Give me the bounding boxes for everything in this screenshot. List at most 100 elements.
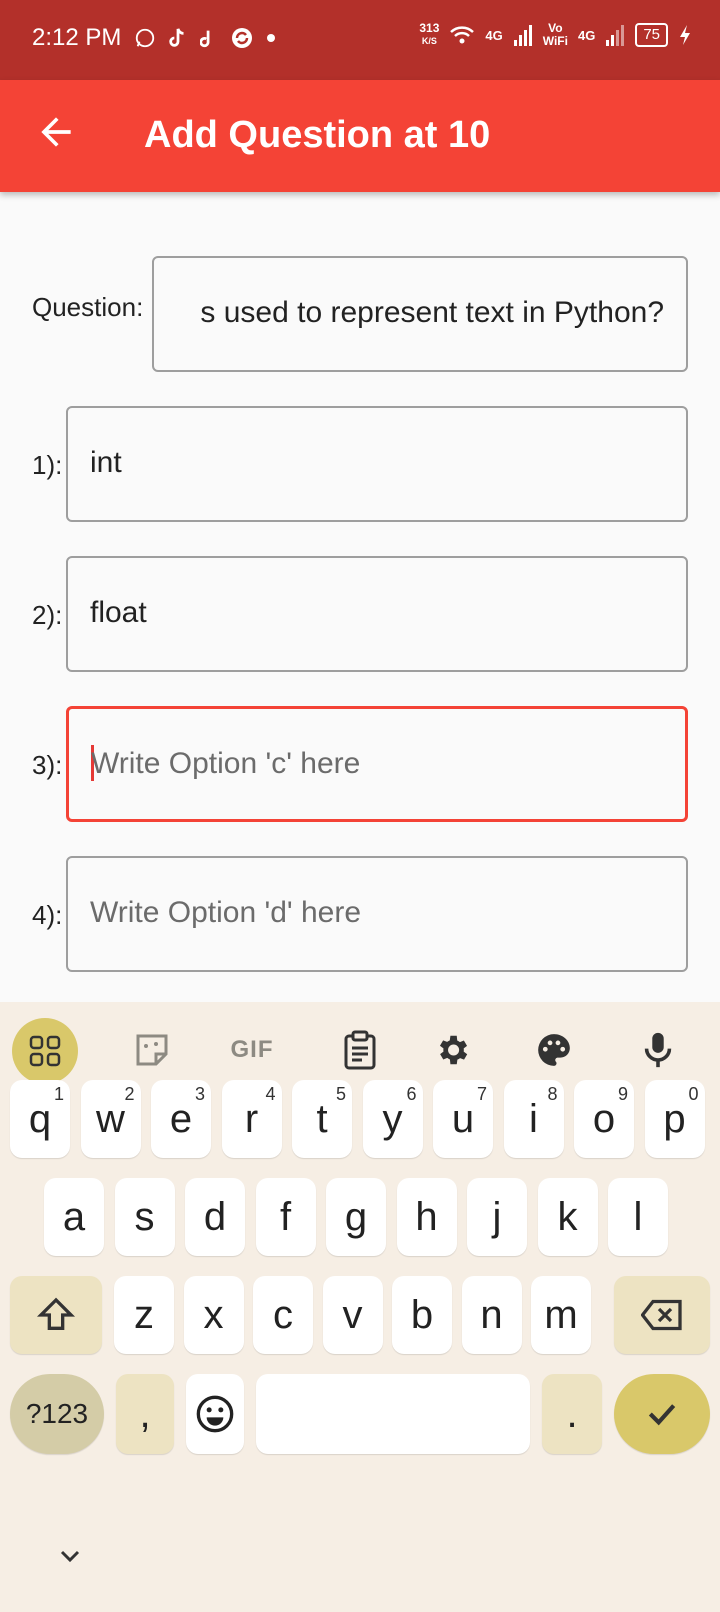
key-f[interactable]: f bbox=[255, 1178, 316, 1256]
key-l[interactable]: l bbox=[608, 1178, 668, 1256]
key-hint: 2 bbox=[124, 1084, 135, 1104]
dot-icon bbox=[267, 34, 275, 42]
key-t[interactable]: t5 bbox=[292, 1080, 352, 1158]
key-n[interactable]: n bbox=[461, 1276, 522, 1354]
key-label: e bbox=[169, 1096, 193, 1141]
option-1-input[interactable]: int bbox=[66, 406, 688, 522]
key-x[interactable]: x bbox=[183, 1276, 244, 1354]
tiktok-icon bbox=[169, 28, 184, 47]
key-label: q bbox=[28, 1096, 52, 1141]
clipboard-icon[interactable] bbox=[336, 1026, 384, 1074]
key-label: w bbox=[96, 1096, 125, 1141]
option-4-placeholder: Write Option 'd' here bbox=[90, 896, 362, 929]
music-icon bbox=[200, 30, 210, 48]
option-2-value: float bbox=[90, 596, 147, 629]
status-bar: 2:12 PM 313 K/S 4G Vo WiFi 4G 75 bbox=[0, 0, 720, 80]
option-2-label: 2): bbox=[32, 600, 63, 630]
question-label: Question: bbox=[32, 292, 144, 322]
key-h[interactable]: h bbox=[396, 1178, 457, 1256]
check-icon bbox=[648, 1404, 676, 1426]
notification-icons bbox=[134, 26, 276, 50]
key-label: u bbox=[451, 1096, 475, 1141]
gif-button[interactable]: GIF bbox=[224, 1026, 280, 1074]
key-hint: 3 bbox=[194, 1084, 205, 1104]
signal-icon bbox=[513, 25, 532, 46]
key-r[interactable]: r4 bbox=[221, 1080, 282, 1158]
key-hint: 5 bbox=[335, 1084, 346, 1104]
question-input[interactable]: s used to represent text in Python? bbox=[152, 256, 688, 372]
comma-key[interactable]: , bbox=[116, 1374, 174, 1454]
done-key[interactable] bbox=[614, 1374, 710, 1454]
key-hint: 0 bbox=[688, 1084, 699, 1104]
shift-key[interactable] bbox=[10, 1276, 102, 1354]
key-hint: 8 bbox=[547, 1084, 558, 1104]
key-w[interactable]: w2 bbox=[80, 1080, 141, 1158]
key-label: p bbox=[663, 1096, 686, 1141]
symbols-key[interactable]: ?123 bbox=[10, 1374, 104, 1454]
vowifi-wifi: WiFi bbox=[542, 34, 568, 48]
system-icons: 313 K/S 4G Vo WiFi 4G 75 bbox=[419, 22, 692, 48]
period-key[interactable]: . bbox=[542, 1374, 602, 1454]
key-label: t bbox=[316, 1096, 328, 1141]
apps-grid-icon[interactable] bbox=[12, 1018, 78, 1084]
key-z[interactable]: z bbox=[114, 1276, 174, 1354]
key-b[interactable]: b bbox=[392, 1276, 452, 1354]
option-3-placeholder: Write Option 'c' here bbox=[91, 747, 361, 780]
app-bar: Add Question at 10 bbox=[0, 80, 720, 192]
key-k[interactable]: k bbox=[537, 1178, 598, 1256]
option-1-value: int bbox=[90, 446, 122, 479]
key-v[interactable]: v bbox=[322, 1276, 383, 1354]
key-g[interactable]: g bbox=[326, 1178, 386, 1256]
option-4-input[interactable]: Write Option 'd' here bbox=[66, 856, 688, 972]
key-hint: 1 bbox=[53, 1084, 64, 1104]
key-label: y bbox=[382, 1096, 403, 1141]
status-time: 2:12 PM bbox=[32, 24, 122, 51]
net-speed-unit: K/S bbox=[421, 36, 437, 46]
key-o[interactable]: o9 bbox=[574, 1080, 634, 1158]
microphone-icon[interactable] bbox=[634, 1026, 682, 1074]
option-4-label: 4): bbox=[32, 900, 63, 930]
key-d[interactable]: d bbox=[185, 1178, 245, 1256]
emoji-key[interactable] bbox=[186, 1374, 244, 1454]
key-c[interactable]: c bbox=[253, 1276, 313, 1354]
palette-icon[interactable] bbox=[530, 1026, 578, 1074]
soft-keyboard: GIF q1w2e3r4t5y6u7i8o9p0 asdfghjkl zxcvb… bbox=[0, 1002, 720, 1612]
key-e[interactable]: e3 bbox=[151, 1080, 211, 1158]
key-hint: 6 bbox=[406, 1084, 417, 1104]
key-i[interactable]: i8 bbox=[503, 1080, 564, 1158]
page-title: Add Question at 10 bbox=[144, 114, 491, 156]
option-3-label: 3): bbox=[32, 750, 63, 780]
wifi-icon bbox=[450, 26, 475, 44]
net-speed: 313 K/S bbox=[419, 22, 439, 48]
gif-label: GIF bbox=[230, 1036, 274, 1063]
key-label: i bbox=[529, 1096, 538, 1141]
charging-icon bbox=[680, 25, 690, 45]
sticker-icon[interactable] bbox=[128, 1026, 176, 1074]
key-m[interactable]: m bbox=[531, 1276, 591, 1354]
back-arrow-icon[interactable] bbox=[34, 110, 78, 154]
key-u[interactable]: u7 bbox=[433, 1080, 493, 1158]
emoji-icon bbox=[196, 1395, 234, 1433]
key-a[interactable]: a bbox=[44, 1178, 104, 1256]
settings-gear-icon[interactable] bbox=[428, 1026, 476, 1074]
vowifi: Vo WiFi bbox=[543, 22, 568, 48]
sync-app-icon bbox=[232, 28, 252, 48]
option-2-input[interactable]: float bbox=[66, 556, 688, 672]
network-1-label: 4G bbox=[485, 27, 503, 43]
key-hint: 9 bbox=[617, 1084, 628, 1104]
key-p[interactable]: p0 bbox=[644, 1080, 705, 1158]
backspace-key[interactable] bbox=[614, 1276, 710, 1354]
signal-2-icon bbox=[606, 25, 625, 46]
key-y[interactable]: y6 bbox=[362, 1080, 423, 1158]
option-1-label: 1): bbox=[32, 450, 63, 480]
key-q[interactable]: q1 bbox=[10, 1080, 70, 1158]
option-3-input[interactable]: Write Option 'c' here bbox=[66, 706, 688, 822]
key-label: r bbox=[244, 1096, 259, 1141]
key-s[interactable]: s bbox=[114, 1178, 175, 1256]
key-hint: 4 bbox=[265, 1084, 276, 1104]
chevron-down-icon[interactable] bbox=[54, 1540, 86, 1572]
key-j[interactable]: j bbox=[467, 1178, 527, 1256]
question-value: s used to represent text in Python? bbox=[200, 296, 664, 329]
space-key[interactable] bbox=[256, 1374, 530, 1454]
whatsapp-icon bbox=[135, 28, 155, 48]
